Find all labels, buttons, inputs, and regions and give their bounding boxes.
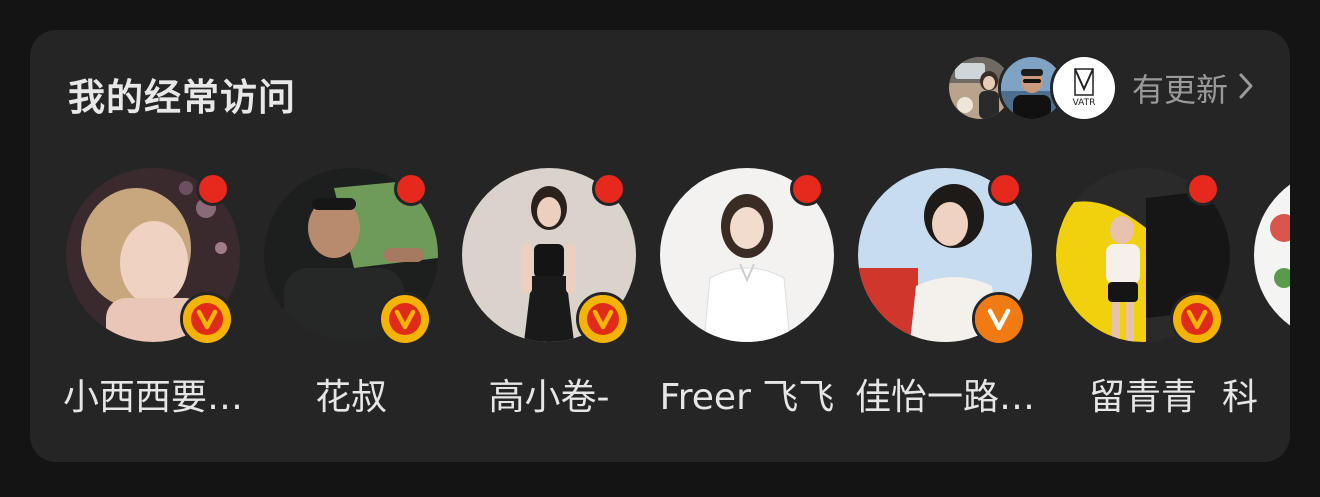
unread-dot — [196, 172, 230, 206]
svg-text:VATR: VATR — [1073, 98, 1096, 108]
verified-badge-icon — [180, 292, 234, 346]
user-name: 小西西要… — [62, 377, 243, 418]
avatar-row: 小西西要… 花叔 高小卷- Freer 飞飞 佳怡一路… 留青青 科 — [30, 168, 1290, 462]
unread-dot — [988, 172, 1022, 206]
user-name: Freer 飞飞 — [659, 377, 835, 418]
user-name: 佳怡一路… — [854, 377, 1035, 418]
unread-dot — [1186, 172, 1220, 206]
user-item[interactable]: 留青青 — [1044, 168, 1242, 428]
vatr-logo-avatar: VATR — [1049, 54, 1118, 122]
user-name: 科 — [1222, 377, 1259, 418]
user-item[interactable]: 高小卷- — [450, 168, 648, 428]
section-title: 我的经常访问 — [68, 76, 296, 119]
user-item[interactable]: Freer 飞飞 — [648, 168, 846, 428]
verified-badge-icon — [576, 292, 630, 346]
user-item[interactable]: 科 — [1222, 168, 1290, 428]
verified-badge-icon — [378, 292, 432, 346]
frequent-visits-card: 我的经常访问 VATR 有更新 小西西要… 花叔 高小卷- Freer 飞飞 佳… — [30, 30, 1290, 462]
unread-dot — [394, 172, 428, 206]
update-avatar-stack: VATR — [945, 54, 1118, 122]
verified-badge-icon — [972, 292, 1026, 346]
user-item[interactable]: 花叔 — [252, 168, 450, 428]
verified-badge-icon — [1170, 292, 1224, 346]
updates-link[interactable]: VATR 有更新 — [945, 54, 1254, 122]
user-name: 花叔 — [314, 377, 387, 418]
user-item[interactable]: 小西西要… — [54, 168, 252, 428]
unread-dot — [592, 172, 626, 206]
user-avatar[interactable] — [1254, 168, 1290, 342]
user-name: 留青青 — [1088, 377, 1197, 418]
chevron-right-icon — [1238, 72, 1254, 104]
user-item[interactable]: 佳怡一路… — [846, 168, 1044, 428]
unread-dot — [790, 172, 824, 206]
updates-label: 有更新 — [1131, 71, 1228, 109]
user-name: 高小卷- — [488, 377, 610, 418]
